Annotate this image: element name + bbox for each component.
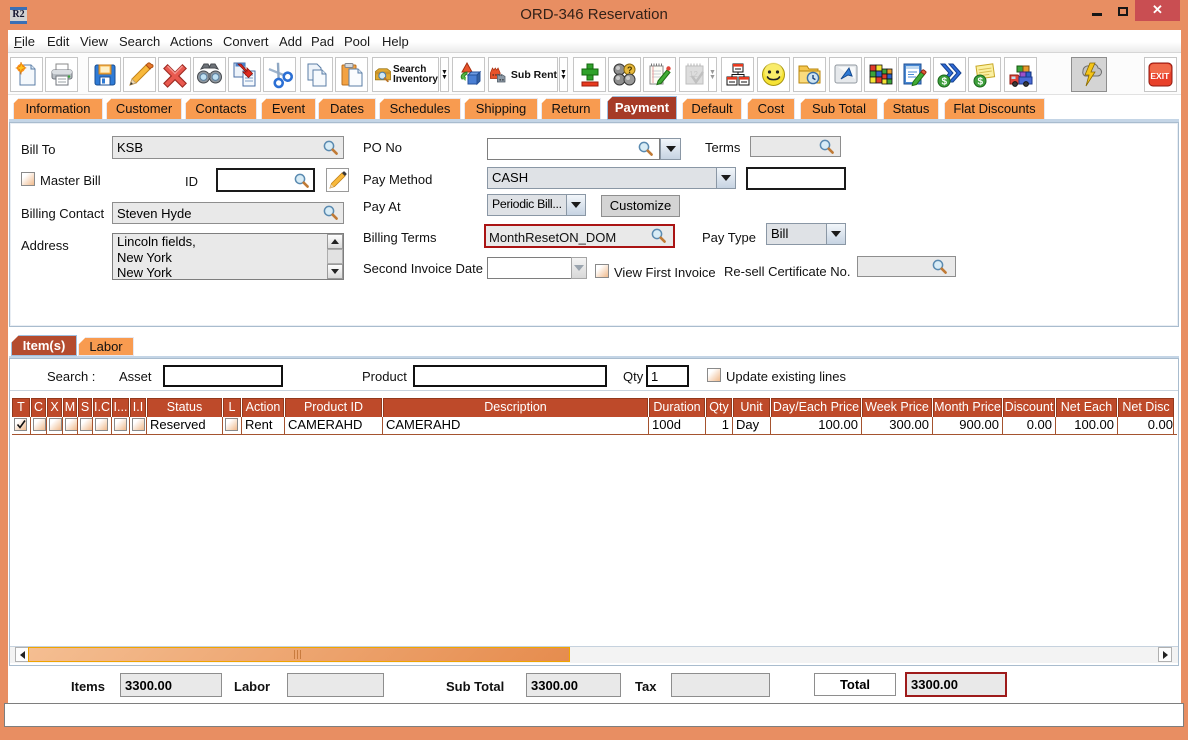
svg-text:?: ? (627, 65, 633, 75)
svg-text:EXIT: EXIT (1150, 71, 1170, 81)
svg-text:$: $ (941, 76, 947, 87)
svg-text:$: $ (977, 76, 983, 87)
